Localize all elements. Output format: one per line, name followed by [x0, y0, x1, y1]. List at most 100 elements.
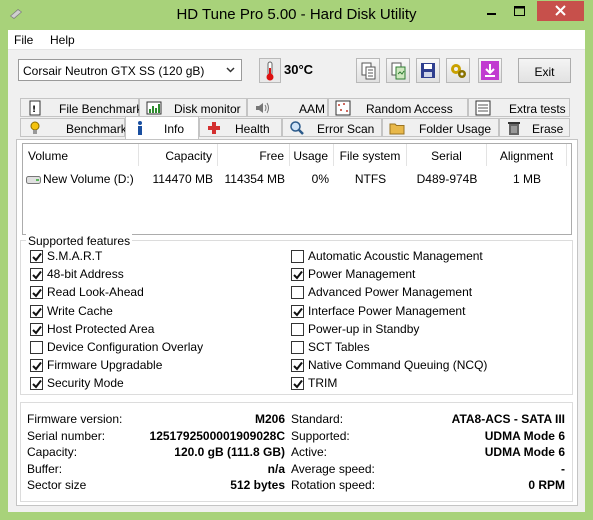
feature-label: Automatic Acoustic Management — [308, 249, 483, 263]
column-header-usage[interactable]: Usage — [290, 144, 334, 166]
tab-folder-usage[interactable]: Folder Usage — [382, 118, 499, 137]
tab-label: Benchmark — [66, 122, 127, 136]
title-bar[interactable]: HD Tune Pro 5.00 - Hard Disk Utility — [0, 0, 593, 30]
tab-erase[interactable]: Erase — [499, 118, 570, 137]
feature-label: Native Command Queuing (NCQ) — [308, 358, 488, 373]
tab-info[interactable]: Info — [125, 116, 199, 139]
folder-icon — [389, 123, 405, 135]
tab-health[interactable]: Health — [199, 118, 282, 137]
tab-label: AAM — [299, 102, 326, 116]
tab-label: Erase — [532, 122, 564, 136]
feature-checkbox — [291, 322, 304, 336]
minimize-button[interactable] — [478, 1, 505, 21]
info-panel: Volume Capacity Free Usage File system S… — [16, 139, 578, 506]
info-label-average-speed: Average speed: — [291, 461, 375, 476]
temperature-value: 30°C — [284, 62, 314, 77]
volume-name[interactable]: New Volume (D:) — [43, 172, 134, 186]
column-header-file-system[interactable]: File system — [334, 144, 407, 166]
toolbar: Corsair Neutron GTX SS (120 gB) 30°C Exi… — [8, 51, 585, 91]
info-value-supported: UDMA Mode 6 — [484, 428, 565, 443]
info-label-serial-number: Serial number: — [27, 428, 106, 443]
extra-tests-icon — [475, 100, 491, 116]
feature-checkbox — [30, 377, 43, 391]
close-button[interactable] — [537, 1, 584, 21]
info-value-sector-size: 512 bytes — [230, 478, 285, 493]
column-header-serial[interactable]: Serial — [407, 144, 487, 166]
info-value-serial-number: 1251792500001909028C — [149, 428, 285, 443]
feature-checkbox — [291, 377, 304, 391]
tab-disk-monitor[interactable]: Disk monitor — [139, 98, 247, 117]
column-header-volume[interactable]: Volume — [23, 144, 139, 166]
save-button[interactable] — [416, 58, 440, 83]
tab-extra-tests[interactable]: Extra tests — [468, 98, 570, 117]
menu-help[interactable]: Help — [50, 33, 75, 47]
info-value-buffer: n/a — [267, 461, 285, 476]
thermometer-icon — [259, 58, 281, 83]
svg-text:!: ! — [32, 105, 36, 115]
speaker-icon — [256, 102, 269, 114]
supported-features-group: Supported features S.M.A.R.T 48-bit Addre… — [20, 234, 573, 395]
drive-select[interactable]: Corsair Neutron GTX SS (120 gB) — [18, 59, 242, 81]
tab-aam[interactable]: AAM — [247, 98, 328, 117]
menu-bar: File Help — [8, 30, 585, 50]
tab-error-scan[interactable]: Error Scan — [282, 118, 382, 137]
save-icon — [421, 63, 435, 78]
checkmark-icon — [32, 252, 42, 262]
feature-label: Host Protected Area — [47, 321, 155, 336]
drive-select-value: Corsair Neutron GTX SS (120 gB) — [23, 64, 205, 78]
copy-screenshot-button[interactable] — [386, 58, 410, 83]
column-header-capacity[interactable]: Capacity — [139, 144, 218, 166]
tab-label: Extra tests — [509, 102, 566, 116]
exit-button[interactable]: Exit — [518, 58, 571, 83]
options-button[interactable] — [446, 58, 470, 83]
info-label-rotation-speed: Rotation speed: — [291, 478, 376, 493]
volume-list[interactable]: Volume Capacity Free Usage File system S… — [22, 143, 572, 235]
tab-label: Folder Usage — [419, 122, 492, 136]
feature-checkbox — [30, 268, 43, 282]
info-label-standard: Standard: — [291, 412, 344, 426]
feature-label: Power Management — [308, 267, 416, 282]
options-icon — [451, 64, 466, 78]
info-label-supported: Supported: — [291, 428, 350, 443]
feature-checkbox — [291, 341, 304, 354]
tab-label: File Benchmark — [59, 102, 143, 116]
info-label-buffer: Buffer: — [27, 461, 63, 476]
menu-file[interactable]: File — [14, 33, 33, 47]
info-label-capacity: Capacity: — [27, 445, 78, 460]
download-button[interactable] — [478, 58, 502, 83]
info-value-average-speed: - — [561, 461, 565, 476]
feature-checkbox — [291, 250, 304, 263]
feature-checkbox — [291, 268, 304, 282]
disk-monitor-icon — [146, 101, 162, 115]
checkmark-icon — [32, 307, 42, 317]
tab-random-access[interactable]: Random Access — [328, 98, 468, 117]
feature-checkbox — [30, 359, 43, 373]
maximize-button[interactable] — [506, 1, 533, 21]
feature-label: Device Configuration Overlay — [47, 340, 204, 354]
checkmark-icon — [32, 271, 42, 280]
magnifier-icon — [290, 121, 304, 135]
client-area: File Help Corsair Neutron GTX SS (120 gB… — [8, 30, 585, 512]
checkmark-icon — [32, 380, 42, 389]
tab-label: Health — [235, 122, 270, 136]
tab-label: Disk monitor — [174, 102, 241, 116]
close-icon — [555, 5, 566, 16]
checkmark-icon — [293, 307, 303, 317]
checkmark-icon — [293, 362, 303, 371]
info-label-sector-size: Sector size — [27, 478, 87, 493]
exit-button-label: Exit — [534, 65, 555, 79]
feature-checkbox — [291, 286, 304, 300]
tab-file-benchmark[interactable]: ! File Benchmark — [20, 98, 143, 117]
copy-info-button[interactable] — [356, 58, 380, 83]
volume-serial: D489-974B — [416, 172, 478, 186]
copy-info-icon — [361, 62, 376, 80]
column-header-alignment[interactable]: Alignment — [487, 144, 567, 166]
volume-free: 114354 MB — [224, 172, 286, 186]
column-header-free[interactable]: Free — [218, 144, 290, 166]
info-value-standard: ATA8-ACS - SATA III — [451, 412, 565, 426]
feature-label: Firmware Upgradable — [47, 358, 163, 373]
feature-checkbox — [30, 322, 43, 336]
drive-icon — [26, 176, 41, 184]
random-access-icon — [335, 100, 351, 116]
tab-benchmark[interactable]: Benchmark — [20, 118, 127, 137]
